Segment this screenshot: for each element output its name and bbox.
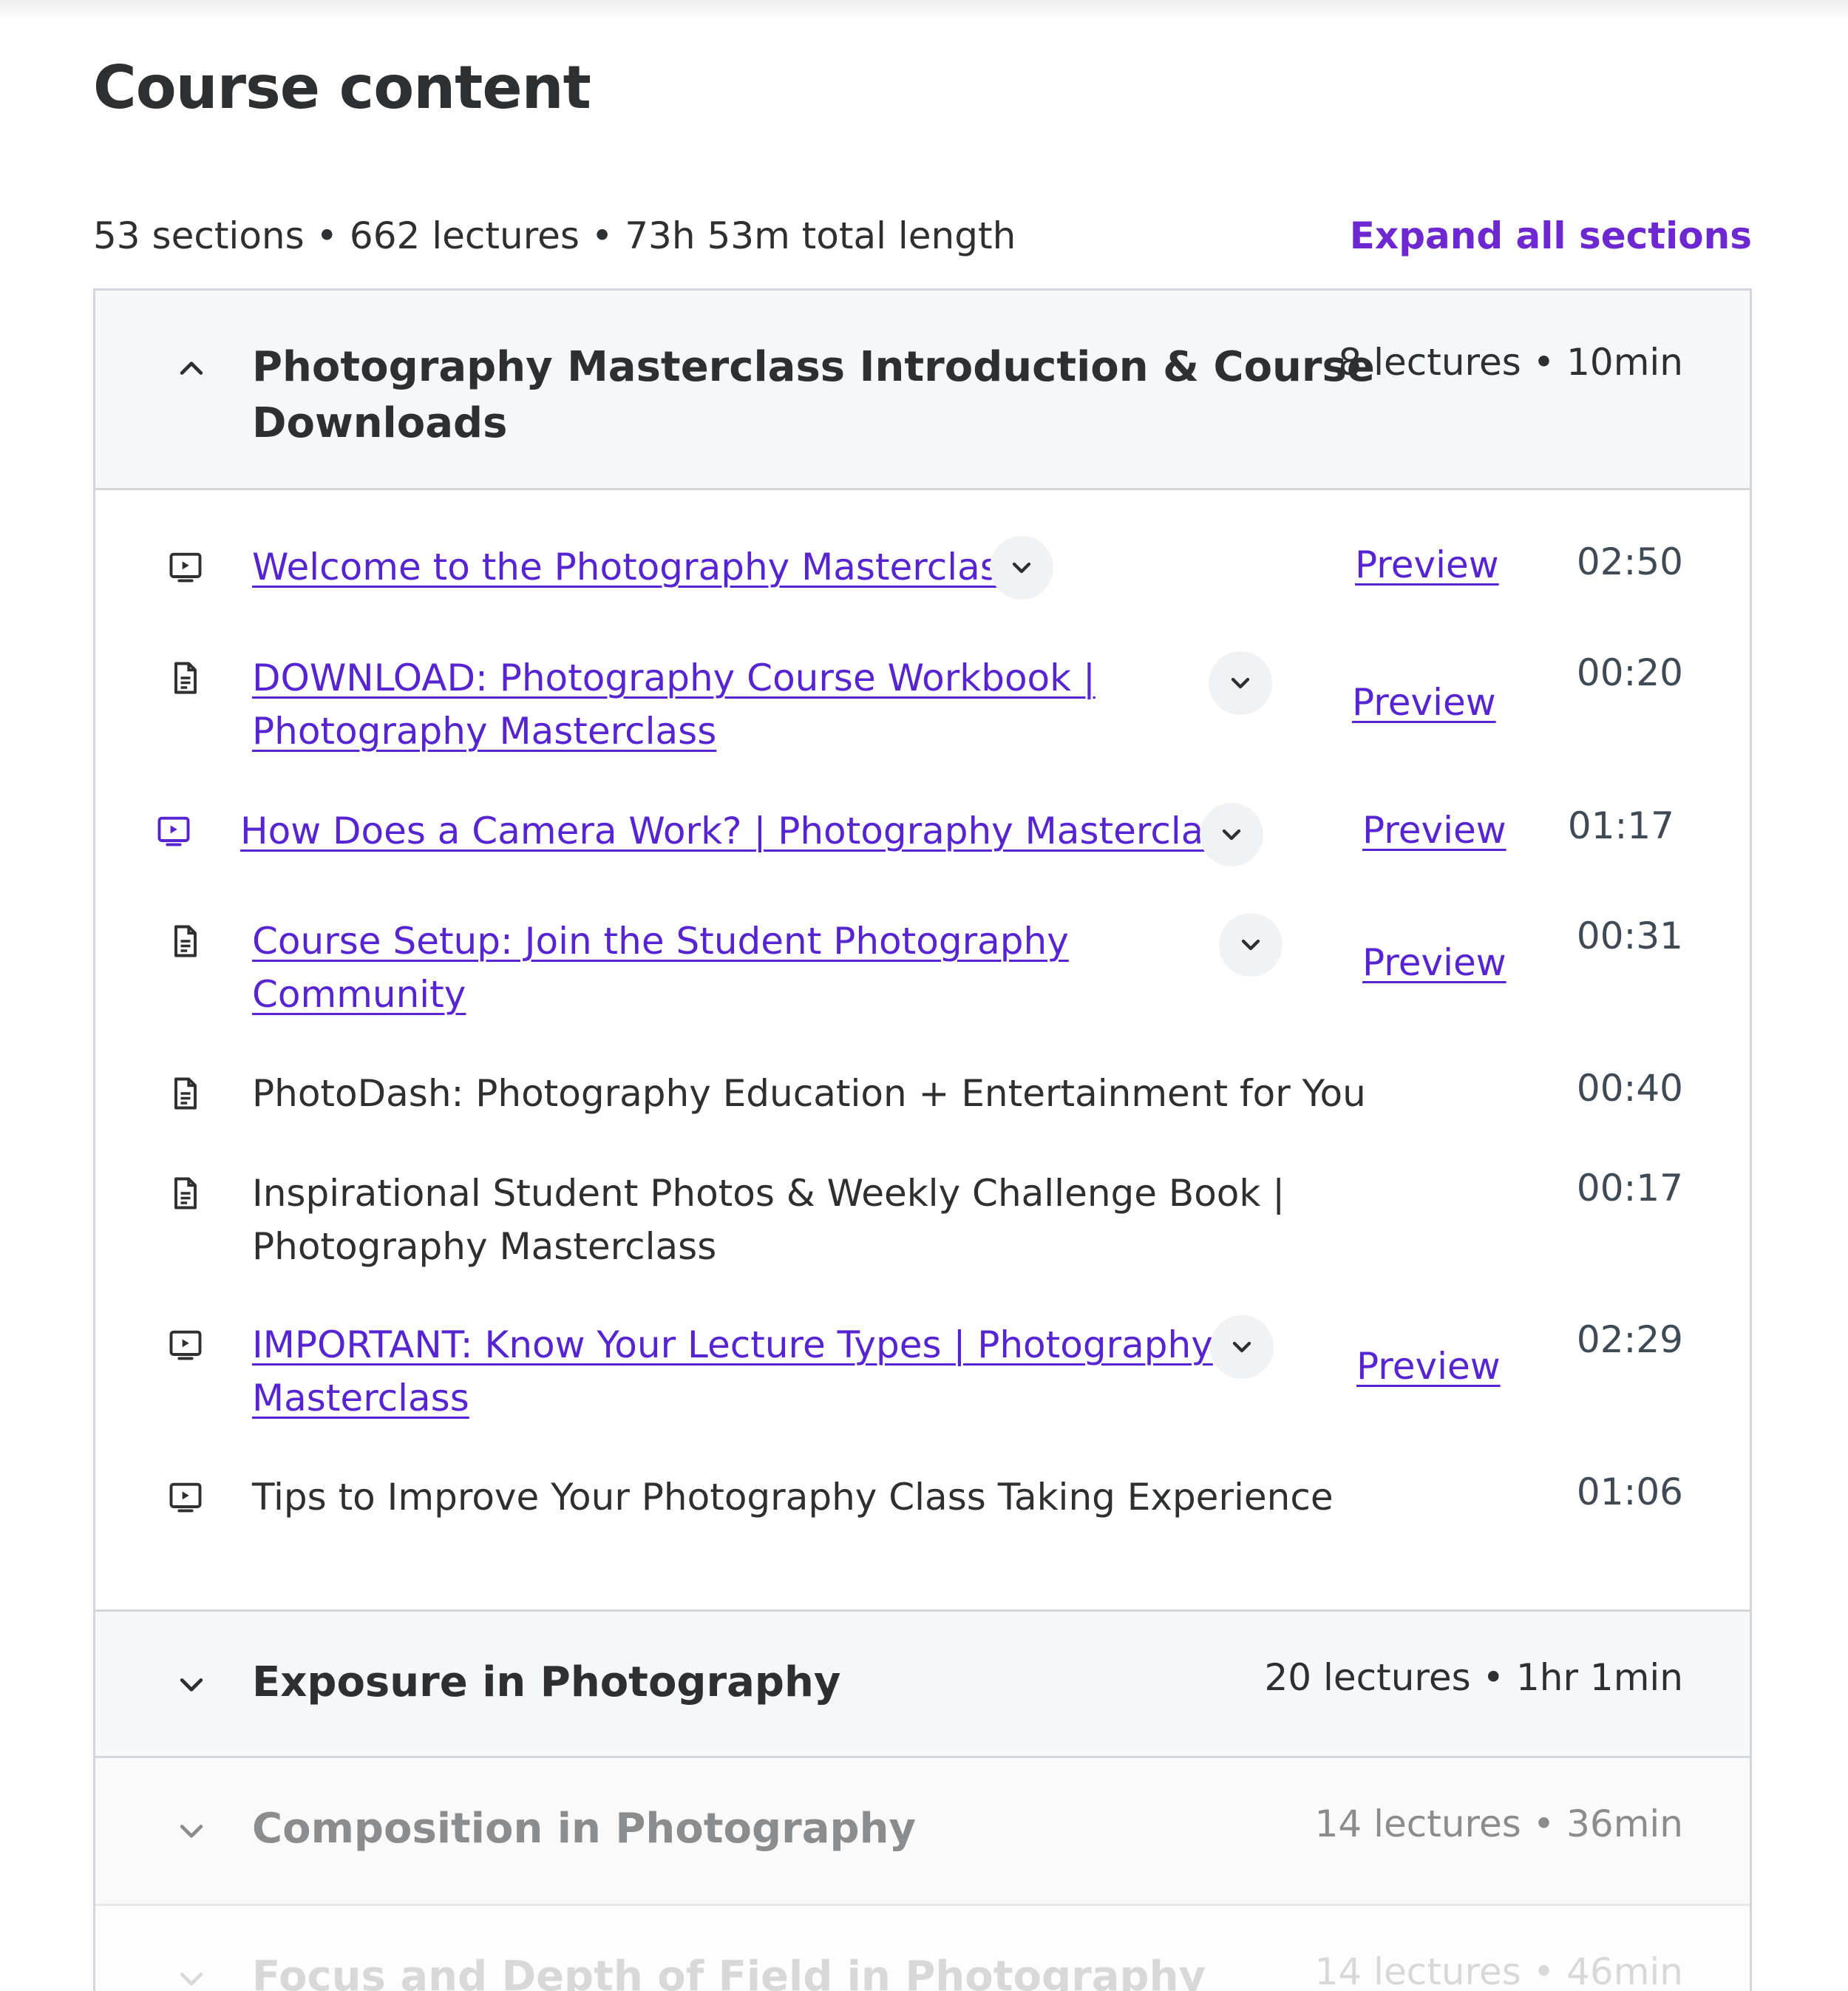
chevron-down-icon: [175, 1962, 208, 1991]
preview-link[interactable]: Preview: [1356, 1345, 1501, 1388]
top-shadow: [0, 0, 1848, 21]
document-icon: [166, 659, 205, 697]
chevron-up-icon: [175, 353, 208, 385]
preview-link[interactable]: Preview: [1362, 941, 1506, 984]
lecture-duration: 02:29: [1576, 1318, 1683, 1361]
section-meta: 14 lectures • 36min: [1314, 1802, 1683, 1845]
course-summary: 53 sections • 662 lectures • 73h 53m tot…: [93, 214, 1016, 257]
section-header-introduction[interactable]: Photography Masterclass Introduction & C…: [95, 291, 1750, 490]
preview-link[interactable]: Preview: [1355, 543, 1499, 586]
lecture-duration: 01:06: [1576, 1471, 1683, 1513]
lecture-link[interactable]: Welcome to the Photography Masterclass: [252, 540, 1019, 594]
preview-link[interactable]: Preview: [1362, 809, 1506, 852]
course-summary-row: 53 sections • 662 lectures • 73h 53m tot…: [93, 208, 1752, 260]
document-icon: [166, 922, 205, 960]
lecture-duration: 01:17: [1567, 804, 1674, 847]
section-title: Composition in Photography: [252, 1805, 916, 1853]
section-meta: 14 lectures • 46min: [1314, 1950, 1683, 1991]
lecture-link[interactable]: DOWNLOAD: Photography Course Workbook | …: [252, 651, 1176, 758]
video-icon: [166, 1478, 205, 1516]
chevron-down-icon: [175, 1668, 208, 1700]
section-meta: 8 lectures • 10min: [1338, 341, 1683, 384]
lecture-title: Inspirational Student Photos & Weekly Ch…: [252, 1172, 1285, 1268]
lecture-duration: 00:40: [1576, 1067, 1683, 1110]
course-accordion: Photography Masterclass Introduction & C…: [93, 288, 1752, 1991]
lecture-duration: 00:31: [1576, 915, 1683, 957]
lecture-details-toggle[interactable]: [990, 536, 1053, 600]
lecture-duration: 00:20: [1576, 651, 1683, 694]
lecture-link[interactable]: How Does a Camera Work? | Photography Ma…: [240, 804, 1242, 858]
section-header-focus[interactable]: Focus and Depth of Field in Photography …: [95, 1906, 1750, 1991]
lecture-details-toggle[interactable]: [1219, 913, 1283, 977]
document-icon: [166, 1174, 205, 1212]
lecture-link[interactable]: Course Setup: Join the Student Photograp…: [252, 915, 1176, 1021]
lecture-link[interactable]: IMPORTANT: Know Your Lecture Types | Pho…: [252, 1318, 1235, 1425]
video-icon: [166, 1326, 205, 1364]
section-title: Photography Masterclass Introduction & C…: [252, 343, 1375, 447]
lecture-duration: 02:50: [1576, 540, 1683, 583]
document-icon: [166, 1074, 205, 1113]
section-title: Focus and Depth of Field in Photography: [252, 1953, 1206, 1991]
lecture-details-toggle[interactable]: [1209, 651, 1272, 715]
section-header-composition[interactable]: Composition in Photography 14 lectures •…: [95, 1758, 1750, 1906]
lecture-details-toggle[interactable]: [1210, 1315, 1274, 1379]
section-header-exposure[interactable]: Exposure in Photography 20 lectures • 1h…: [95, 1610, 1750, 1758]
expand-all-sections-button[interactable]: Expand all sections: [1350, 214, 1752, 257]
video-icon: [166, 548, 205, 586]
section-title: Exposure in Photography: [252, 1658, 841, 1706]
lecture-details-toggle[interactable]: [1200, 803, 1263, 866]
lecture-duration: 00:17: [1576, 1167, 1683, 1210]
video-icon: [154, 812, 193, 850]
lecture-title: Tips to Improve Your Photography Class T…: [252, 1476, 1334, 1519]
lecture-title: PhotoDash: Photography Education + Enter…: [252, 1072, 1366, 1115]
section-meta: 20 lectures • 1hr 1min: [1264, 1656, 1683, 1699]
page-title: Course content: [93, 53, 591, 122]
preview-link[interactable]: Preview: [1352, 681, 1496, 724]
chevron-down-icon: [175, 1814, 208, 1847]
